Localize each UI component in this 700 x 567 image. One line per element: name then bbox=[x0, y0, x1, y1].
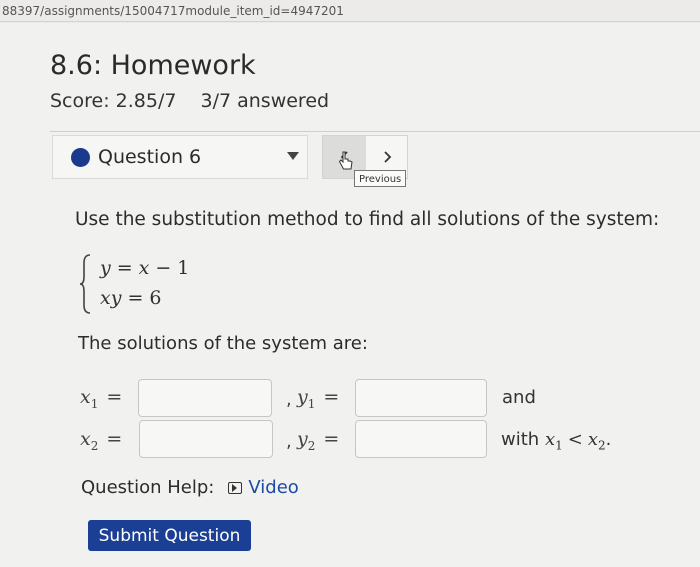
comma-separator: , bbox=[286, 431, 292, 452]
chevron-right-icon bbox=[383, 151, 391, 163]
page-title: 8.6: Homework bbox=[50, 50, 256, 81]
y2-label: y2 = bbox=[297, 428, 340, 453]
y2-input[interactable] bbox=[355, 420, 487, 458]
x2-input[interactable] bbox=[139, 420, 273, 458]
x1-input[interactable] bbox=[138, 379, 272, 417]
video-help-link[interactable]: Video bbox=[228, 477, 299, 498]
hand-cursor-icon bbox=[338, 151, 353, 170]
y1-input[interactable] bbox=[355, 379, 487, 417]
previous-tooltip: Previous bbox=[354, 170, 407, 187]
divider bbox=[50, 131, 700, 132]
browser-url-bar[interactable]: 88397/assignments/15004717module_item_id… bbox=[0, 0, 700, 22]
question-selector[interactable]: Question 6 bbox=[52, 135, 308, 179]
x2-label: x2 = bbox=[80, 428, 123, 453]
score-text: Score: 2.85/7 bbox=[50, 90, 177, 112]
score-row: Score: 2.85/7 3/7 answered bbox=[50, 90, 347, 112]
x1-label: x1 = bbox=[80, 386, 123, 411]
equation-system: y = x −1 xy = 6 bbox=[78, 253, 258, 315]
y1-label: y1 = bbox=[297, 386, 340, 411]
ordering-condition: with x1 < x2. bbox=[501, 429, 612, 453]
equation-1: y = x −1 bbox=[100, 257, 190, 279]
url-text: 88397/assignments/15004717module_item_id… bbox=[2, 4, 344, 18]
question-status-dot-icon bbox=[71, 147, 90, 167]
chevron-down-icon bbox=[287, 152, 299, 160]
solutions-label: The solutions of the system are: bbox=[78, 333, 368, 354]
equation-2: xy = 6 bbox=[100, 287, 162, 309]
submit-question-button[interactable]: Submit Question bbox=[88, 520, 251, 551]
page-content: 8.6: Homework Score: 2.85/7 3/7 answered… bbox=[0, 23, 700, 567]
question-help: Question Help: Video bbox=[81, 477, 299, 498]
answered-count: 3/7 answered bbox=[200, 90, 330, 112]
question-selector-label: Question 6 bbox=[98, 146, 202, 168]
question-prompt: Use the substitution method to find all … bbox=[75, 209, 660, 230]
left-brace-icon bbox=[79, 254, 91, 314]
and-text: and bbox=[502, 387, 536, 408]
video-link-label: Video bbox=[248, 477, 299, 498]
question-help-label: Question Help: bbox=[81, 477, 215, 498]
play-video-icon bbox=[228, 481, 243, 494]
comma-separator: , bbox=[286, 389, 292, 410]
